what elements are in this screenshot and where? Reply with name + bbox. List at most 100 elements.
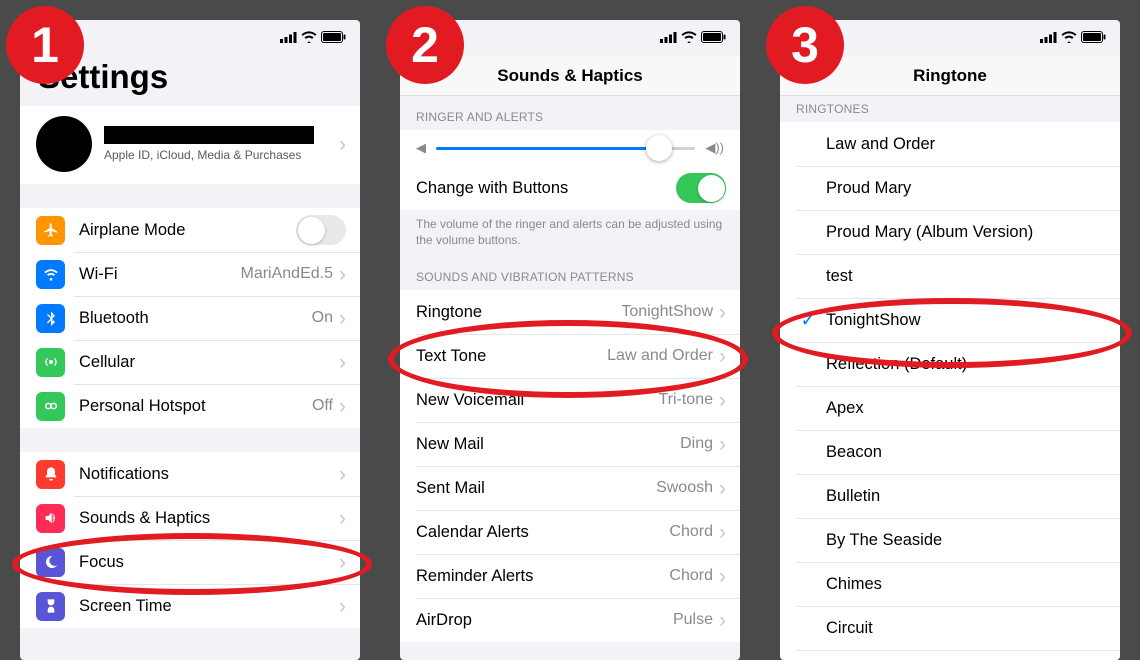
notifications-label: Notifications	[79, 465, 339, 484]
ringtone-item[interactable]: Reflection (Default)	[780, 342, 1120, 386]
sentmail-value: Swoosh	[656, 479, 713, 497]
chevron-right-icon: ›	[339, 464, 346, 485]
step-badge-2: 2	[386, 6, 464, 84]
hotspot-row[interactable]: Personal Hotspot Off ›	[20, 384, 360, 428]
focus-icon	[36, 548, 65, 577]
ringtone-item[interactable]: Law and Order	[780, 122, 1120, 166]
reminder-row[interactable]: Reminder Alerts Chord ›	[400, 554, 740, 598]
ringtone-item[interactable]: Apex	[780, 386, 1120, 430]
change-with-buttons-row[interactable]: Change with Buttons	[400, 166, 740, 210]
wifi-icon	[681, 31, 697, 46]
screentime-label: Screen Time	[79, 597, 339, 616]
ringtone-item-label: Law and Order	[826, 135, 1106, 154]
chevron-right-icon: ›	[719, 302, 726, 323]
chevron-right-icon: ›	[339, 264, 346, 285]
newmail-row[interactable]: New Mail Ding ›	[400, 422, 740, 466]
volume-footer: The volume of the ringer and alerts can …	[400, 210, 740, 256]
ringtone-item[interactable]: By The Seaside	[780, 518, 1120, 562]
chevron-right-icon: ›	[719, 478, 726, 499]
section-vibration-patterns: SOUNDS AND VIBRATION PATTERNS	[400, 256, 740, 290]
airdrop-row[interactable]: AirDrop Pulse ›	[400, 598, 740, 642]
wifi-icon	[1061, 31, 1077, 46]
wifi-icon	[301, 31, 317, 46]
apple-id-row[interactable]: Apple ID, iCloud, Media & Purchases ›	[20, 106, 360, 184]
battery-icon	[701, 31, 726, 46]
sentmail-row[interactable]: Sent Mail Swoosh ›	[400, 466, 740, 510]
chevron-right-icon: ›	[719, 610, 726, 631]
step-badge-3: 3	[766, 6, 844, 84]
ringtone-item-label: Proud Mary (Album Version)	[826, 223, 1106, 242]
bluetooth-label: Bluetooth	[79, 309, 312, 328]
ringtone-item-label: Apex	[826, 399, 1106, 418]
chevron-right-icon: ›	[719, 346, 726, 367]
step-badge-1: 1	[6, 6, 84, 84]
avatar	[36, 116, 92, 172]
focus-row[interactable]: Focus ›	[20, 540, 360, 584]
change-buttons-label: Change with Buttons	[416, 179, 676, 198]
nav-title: Sounds & Haptics	[497, 66, 642, 86]
voicemail-label: New Voicemail	[416, 391, 658, 410]
signal-icon	[1040, 31, 1057, 46]
hotspot-icon	[36, 392, 65, 421]
ringtone-item-label: Proud Mary	[826, 179, 1106, 198]
ringtone-item[interactable]: Proud Mary	[780, 166, 1120, 210]
screentime-row[interactable]: Screen Time ›	[20, 584, 360, 628]
wifi-row[interactable]: Wi-Fi MariAndEd.5 ›	[20, 252, 360, 296]
airdrop-value: Pulse	[673, 611, 713, 629]
volume-slider-row[interactable]: ◀ ◀))	[400, 130, 740, 166]
airplane-mode-row[interactable]: Airplane Mode	[20, 208, 360, 252]
texttone-row[interactable]: Text Tone Law and Order ›	[400, 334, 740, 378]
nav-title: Ringtone	[913, 66, 987, 86]
sounds-haptics-screen: ‹ Sounds & Haptics RINGER AND ALERTS ◀ ◀…	[400, 20, 740, 660]
calendar-label: Calendar Alerts	[416, 523, 669, 542]
ringtone-item[interactable]: Constellation	[780, 650, 1120, 660]
ringtone-item[interactable]: test	[780, 254, 1120, 298]
wifi-value: MariAndEd.5	[241, 265, 334, 283]
wifi-label: Wi-Fi	[79, 265, 241, 284]
ringtone-item[interactable]: Proud Mary (Album Version)	[780, 210, 1120, 254]
reminder-value: Chord	[669, 567, 713, 585]
voicemail-row[interactable]: New Voicemail Tri-tone ›	[400, 378, 740, 422]
chevron-right-icon: ›	[719, 434, 726, 455]
ringtone-item-label: Reflection (Default)	[826, 355, 1106, 374]
ringtone-value: TonightShow	[621, 303, 713, 321]
ringtone-item-label: Chimes	[826, 575, 1106, 594]
redacted-name	[104, 126, 314, 144]
slider-thumb[interactable]	[646, 135, 672, 161]
volume-slider[interactable]	[436, 147, 695, 150]
sounds-haptics-row[interactable]: Sounds & Haptics ›	[20, 496, 360, 540]
ringtone-list: Law and Order Proud Mary Proud Mary (Album…	[780, 122, 1120, 660]
texttone-value: Law and Order	[607, 347, 713, 365]
cellular-row[interactable]: Cellular ›	[20, 340, 360, 384]
ringtone-item[interactable]: Bulletin	[780, 474, 1120, 518]
calendar-value: Chord	[669, 523, 713, 541]
ringtone-item[interactable]: Circuit	[780, 606, 1120, 650]
bluetooth-row[interactable]: Bluetooth On ›	[20, 296, 360, 340]
airplane-toggle[interactable]	[296, 215, 346, 245]
bluetooth-value: On	[312, 309, 333, 327]
notifications-icon	[36, 460, 65, 489]
ringtone-item[interactable]: Beacon	[780, 430, 1120, 474]
sentmail-label: Sent Mail	[416, 479, 656, 498]
notifications-row[interactable]: Notifications ›	[20, 452, 360, 496]
checkmark-icon: ✓	[796, 310, 820, 331]
ringtone-row[interactable]: Ringtone TonightShow ›	[400, 290, 740, 334]
apple-id-subtitle: Apple ID, iCloud, Media & Purchases	[104, 148, 339, 162]
signal-icon	[660, 31, 677, 46]
hotspot-value: Off	[312, 397, 333, 415]
bluetooth-icon	[36, 304, 65, 333]
sounds-label: Sounds & Haptics	[79, 509, 339, 528]
calendar-row[interactable]: Calendar Alerts Chord ›	[400, 510, 740, 554]
ringtone-item[interactable]: Chimes	[780, 562, 1120, 606]
ringtone-item[interactable]: ✓TonightShow	[780, 298, 1120, 342]
chevron-right-icon: ›	[339, 552, 346, 573]
ringtone-item-label: By The Seaside	[826, 531, 1106, 550]
airplane-label: Airplane Mode	[79, 221, 296, 240]
change-buttons-toggle[interactable]	[676, 173, 726, 203]
chevron-right-icon: ›	[339, 396, 346, 417]
settings-screen: Settings Apple ID, iCloud, Media & Purch…	[20, 20, 360, 660]
ringtone-item-label: test	[826, 267, 1106, 286]
chevron-right-icon: ›	[339, 508, 346, 529]
screentime-icon	[36, 592, 65, 621]
ringtone-item-label: Bulletin	[826, 487, 1106, 506]
